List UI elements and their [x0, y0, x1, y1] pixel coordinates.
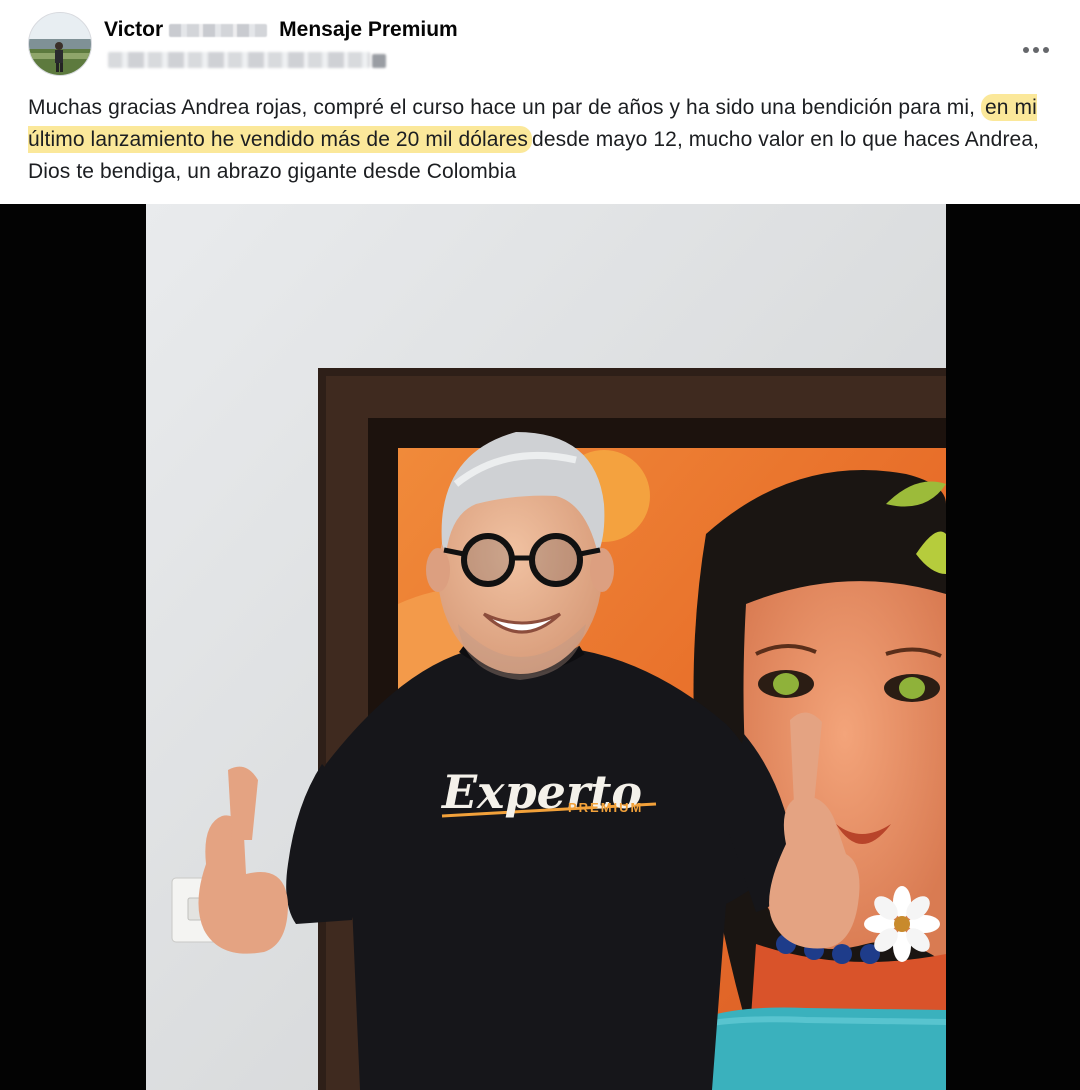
- more-options-button[interactable]: [1016, 30, 1056, 70]
- author-avatar[interactable]: [28, 12, 92, 76]
- privacy-icon: [372, 54, 386, 68]
- more-dot: [1033, 47, 1039, 53]
- post-title: Victor Mensaje Premium: [104, 16, 458, 44]
- author-name[interactable]: Victor: [104, 18, 163, 42]
- post-message: Muchas gracias Andrea rojas, compré el c…: [28, 92, 1058, 188]
- post-text-before: Muchas gracias Andrea rojas, compré el c…: [28, 96, 976, 119]
- group-name[interactable]: Mensaje Premium: [279, 18, 458, 42]
- more-horizontal-icon: [1023, 47, 1029, 53]
- post-header: Victor Mensaje Premium: [28, 12, 1068, 78]
- more-dot: [1043, 47, 1049, 53]
- shirt-tier-text: PREMIUM: [568, 800, 643, 815]
- post-media[interactable]: Experto PREMIUM: [0, 204, 1080, 1090]
- post-photo[interactable]: Experto PREMIUM: [146, 204, 946, 1090]
- redacted-surname: [169, 23, 268, 37]
- facebook-post: Victor Mensaje Premium Muchas gracias An…: [0, 0, 1080, 1090]
- redacted-timestamp: [108, 52, 370, 68]
